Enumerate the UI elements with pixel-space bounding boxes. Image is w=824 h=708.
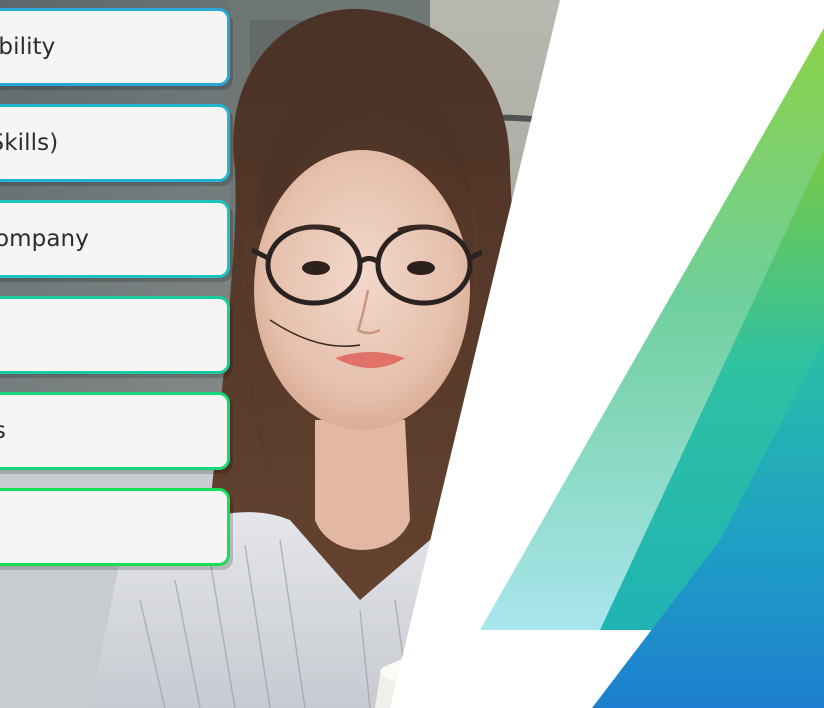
list-item-text: tional Skills): [0, 130, 59, 156]
list-item: nt company: [0, 200, 230, 278]
list-item: tional Skills): [0, 104, 230, 182]
list-item-text: kills: [0, 418, 6, 444]
slide: stability tional Skills) nt company s. k…: [0, 0, 824, 708]
feature-list: stability tional Skills) nt company s. k…: [0, 0, 240, 708]
list-item-text: stability: [0, 34, 56, 60]
list-item: stability: [0, 8, 230, 86]
list-item-text: nt company: [0, 226, 89, 252]
list-item: .: [0, 488, 230, 566]
list-item: kills: [0, 392, 230, 470]
list-item: s.: [0, 296, 230, 374]
